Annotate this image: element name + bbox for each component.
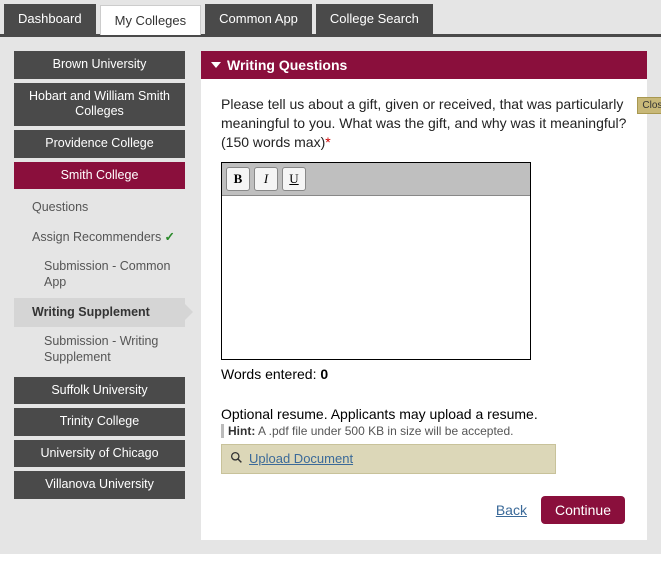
back-link[interactable]: Back (496, 502, 527, 518)
subnav-assign-recommenders[interactable]: Assign Recommenders (14, 223, 185, 253)
college-hobart[interactable]: Hobart and William Smith Colleges (14, 83, 185, 126)
panel-header[interactable]: Writing Questions (201, 51, 647, 79)
search-icon (230, 451, 243, 467)
editor-toolbar: B I U (222, 163, 530, 196)
subnav-submission-writing-supplement[interactable]: Submission - Writing Supplement (14, 327, 185, 372)
college-smith[interactable]: Smith College (14, 162, 185, 190)
bold-button[interactable]: B (226, 167, 250, 191)
subnav-writing-supplement[interactable]: Writing Supplement (14, 298, 185, 328)
tab-common-app[interactable]: Common App (205, 4, 312, 34)
hint-text: Hint: A .pdf file under 500 KB in size w… (221, 424, 627, 438)
panel-title: Writing Questions (227, 57, 347, 73)
required-mark: * (325, 134, 330, 150)
top-tabs: Dashboard My Colleges Common App College… (0, 0, 661, 37)
italic-button[interactable]: I (254, 167, 278, 191)
sidebar: Brown University Hobart and William Smit… (0, 37, 195, 554)
close-button[interactable]: Close (637, 97, 661, 114)
rich-text-editor: B I U (221, 162, 531, 360)
optional-resume-text: Optional resume. Applicants may upload a… (221, 406, 627, 422)
college-trinity[interactable]: Trinity College (14, 408, 185, 436)
upload-document-link[interactable]: Upload Document (249, 451, 353, 466)
upload-bar: Upload Document (221, 444, 556, 474)
continue-button[interactable]: Continue (541, 496, 625, 524)
college-list-top: Brown University Hobart and William Smit… (14, 51, 185, 189)
tab-my-colleges[interactable]: My Colleges (100, 5, 202, 35)
college-suffolk[interactable]: Suffolk University (14, 377, 185, 405)
essay-textarea[interactable] (222, 196, 530, 356)
essay-prompt: Please tell us about a gift, given or re… (221, 95, 627, 152)
college-villanova[interactable]: Villanova University (14, 471, 185, 499)
college-list-bottom: Suffolk University Trinity College Unive… (14, 377, 185, 500)
chevron-down-icon (211, 62, 221, 68)
college-providence[interactable]: Providence College (14, 130, 185, 158)
tab-college-search[interactable]: College Search (316, 4, 433, 34)
main-panel: Close Writing Questions Please tell us a… (201, 51, 647, 540)
subnav: Questions Assign Recommenders Submission… (14, 193, 185, 372)
action-row: Back Continue (221, 496, 627, 524)
subnav-questions[interactable]: Questions (14, 193, 185, 223)
subnav-submission-common-app[interactable]: Submission - Common App (14, 252, 185, 297)
college-chicago[interactable]: University of Chicago (14, 440, 185, 468)
underline-button[interactable]: U (282, 167, 306, 191)
tab-dashboard[interactable]: Dashboard (4, 4, 96, 34)
college-brown[interactable]: Brown University (14, 51, 185, 79)
word-count: Words entered: 0 (221, 366, 627, 382)
